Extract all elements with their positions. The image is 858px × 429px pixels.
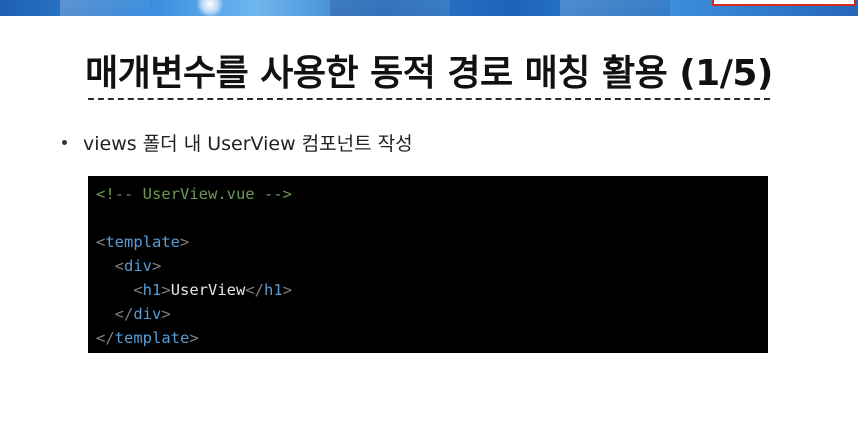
title-divider <box>88 98 770 100</box>
code-line-template-close: </template> <box>96 329 199 347</box>
banner-facet <box>60 0 150 16</box>
code-h1-text: UserView <box>170 281 246 299</box>
banner-red-frame <box>712 0 856 6</box>
code-line-div-open: <div> <box>114 257 162 275</box>
code-tag-template-close: template <box>114 329 190 347</box>
bullet-dot-icon <box>62 139 67 145</box>
bullet-item: views 폴더 내 UserView 컴포넌트 작성 <box>62 130 413 155</box>
code-comment: <!-- UserView.vue --> <box>96 185 292 203</box>
code-tag-div-close: div <box>133 305 162 323</box>
code-tag-div-open: div <box>124 257 153 275</box>
top-banner <box>0 0 858 16</box>
banner-facet <box>560 0 670 16</box>
page-title: 매개변수를 사용한 동적 경로 매칭 활용 (1/5) <box>85 53 773 94</box>
code-tag-h1-open: h1 <box>142 281 162 299</box>
code-line-template-open: <template> <box>96 233 190 251</box>
banner-glow <box>196 0 224 16</box>
banner-facet <box>330 0 450 16</box>
code-block: <!-- UserView.vue --> <template> <div> <… <box>88 176 768 353</box>
code-tag-template-open: template <box>105 233 180 251</box>
code-line-comment: <!-- UserView.vue --> <box>96 182 760 206</box>
code-line-div-close: </div> <box>114 305 171 323</box>
code-line-h1: <h1>UserView</h1> <box>133 281 293 299</box>
bullet-text: views 폴더 내 UserView 컴포넌트 작성 <box>83 132 413 155</box>
code-tag-h1-close: h1 <box>264 281 283 299</box>
